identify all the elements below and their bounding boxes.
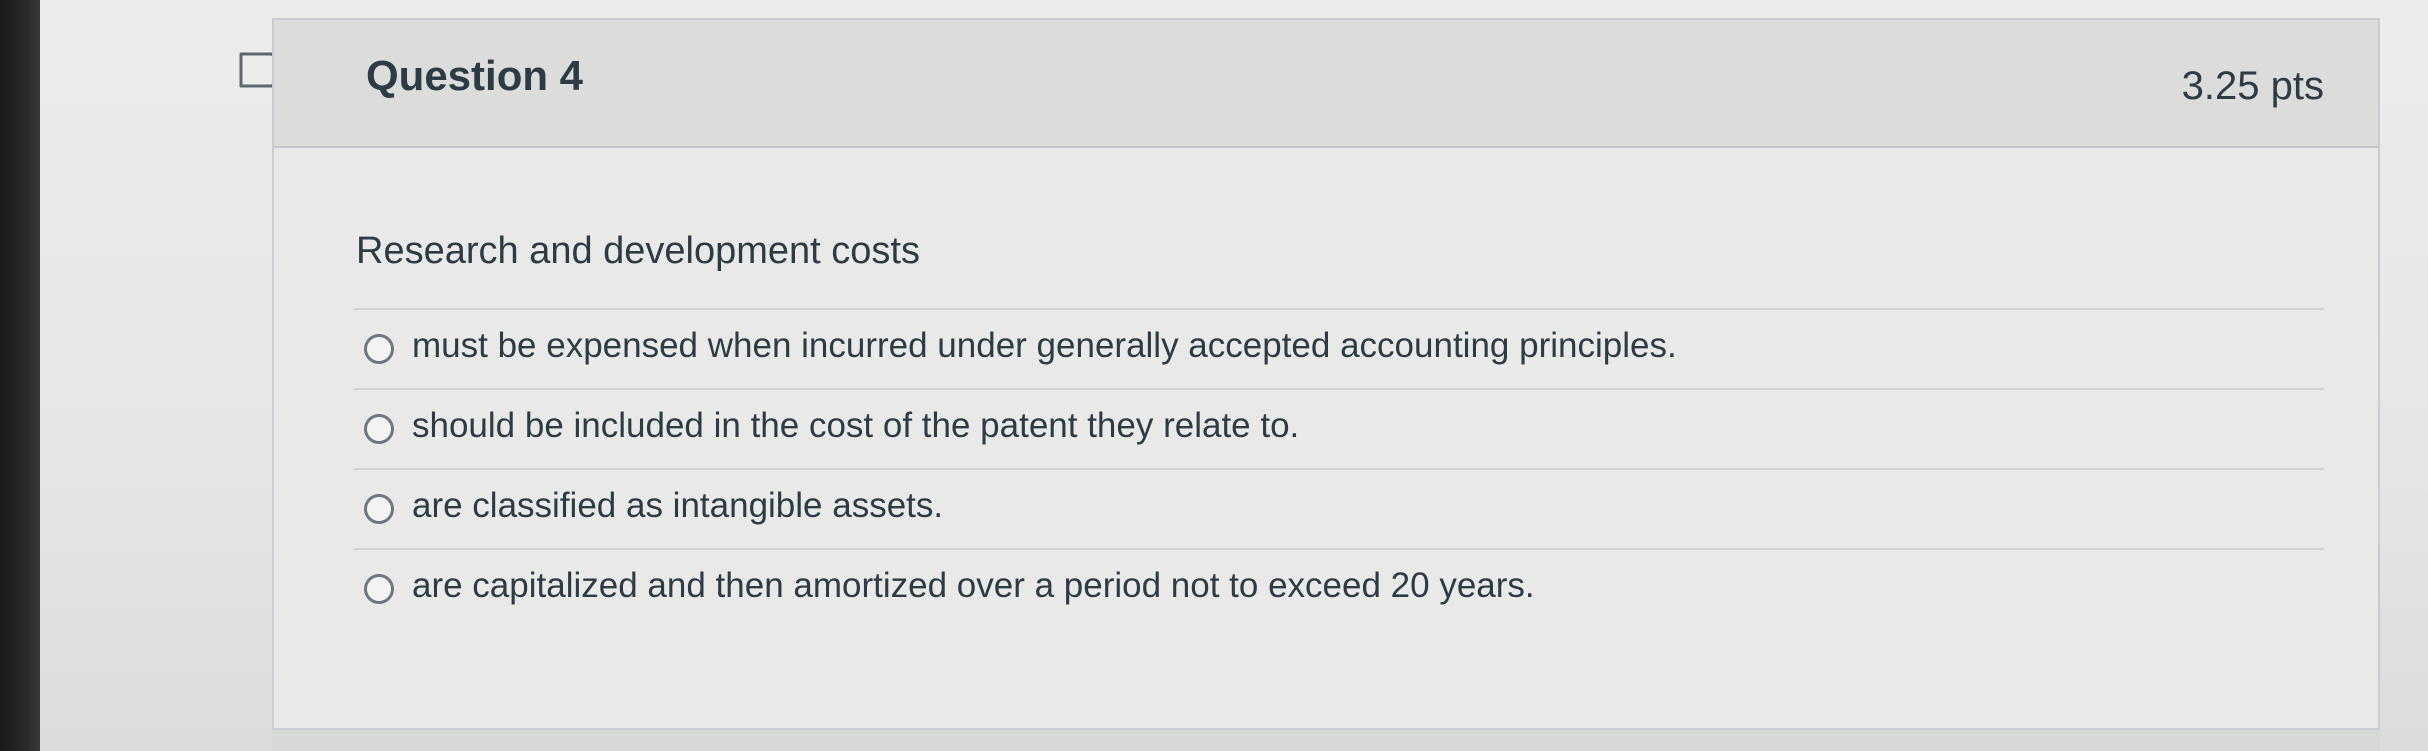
page-bottom-edge [272,730,2380,751]
answer-option-2[interactable]: should be included in the cost of the pa… [354,388,2324,468]
question-header: Question 4 3.25 pts [274,20,2378,148]
screen-left-edge [0,0,40,751]
answer-label[interactable]: should be included in the cost of the pa… [412,406,1299,446]
question-card: Question 4 3.25 pts Research and develop… [272,18,2380,730]
question-title: Question 4 [366,52,584,99]
question-points: 3.25 pts [2181,64,2324,108]
radio-unchecked-icon[interactable] [364,414,394,444]
question-body: Research and development costs must be e… [274,148,2378,728]
radio-unchecked-icon[interactable] [364,574,394,604]
answer-option-4[interactable]: are capitalized and then amortized over … [354,548,2324,628]
answer-label[interactable]: must be expensed when incurred under gen… [412,326,1677,366]
answer-option-3[interactable]: are classified as intangible assets. [354,468,2324,548]
answer-option-1[interactable]: must be expensed when incurred under gen… [354,308,2324,388]
answer-list: must be expensed when incurred under gen… [354,308,2324,628]
radio-unchecked-icon[interactable] [364,494,394,524]
answer-label[interactable]: are classified as intangible assets. [412,486,943,526]
question-text: Research and development costs [356,230,920,272]
answer-label[interactable]: are capitalized and then amortized over … [412,566,1535,606]
radio-unchecked-icon[interactable] [364,334,394,364]
